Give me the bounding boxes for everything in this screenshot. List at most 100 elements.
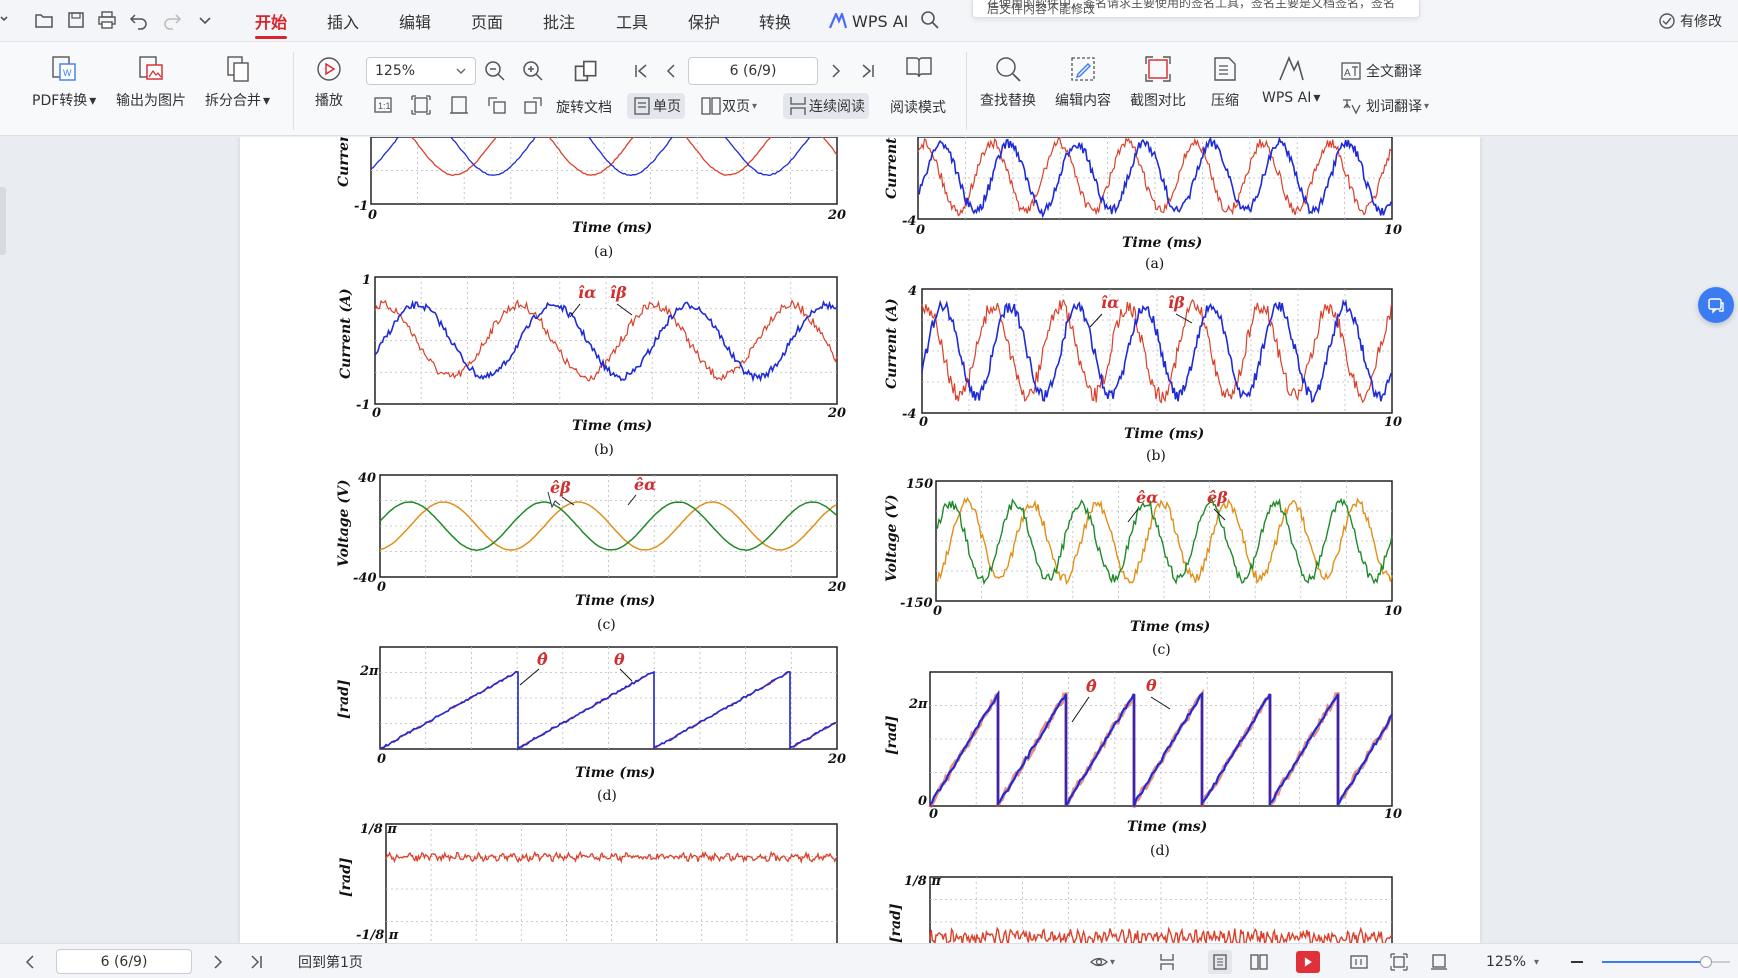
rotate-right-button[interactable] — [522, 94, 544, 116]
read-mode-button[interactable]: 阅读模式 — [890, 97, 946, 117]
zoom-select[interactable]: 125% — [366, 57, 476, 85]
tab-page[interactable]: 页面 — [471, 9, 503, 33]
chevron-right-icon — [832, 64, 841, 78]
tab-wps-ai[interactable]: WPS AI — [829, 9, 908, 33]
tab-home[interactable]: 开始 — [255, 9, 288, 39]
svg-text:1:1: 1:1 — [378, 101, 391, 111]
trace-l-c-green — [379, 501, 837, 551]
last-page-button[interactable] — [857, 60, 879, 82]
open-folder-icon[interactable] — [34, 8, 54, 32]
ai-assistant-float-button[interactable] — [1698, 287, 1734, 323]
xtick: 20 — [827, 580, 846, 595]
search-icon[interactable] — [920, 8, 940, 32]
fit-page-button[interactable] — [410, 94, 432, 116]
tab-protect[interactable]: 保护 — [688, 9, 720, 33]
chevron-left-icon — [25, 955, 34, 969]
pdf-convert-button[interactable]: W PDF转换 ▾ — [32, 54, 96, 110]
status-next-page-button[interactable] — [208, 950, 226, 974]
continuous-read-button[interactable]: 连续阅读 — [783, 93, 869, 119]
prev-page-button[interactable] — [660, 60, 682, 82]
tab-convert[interactable]: 转换 — [759, 9, 791, 33]
modified-status[interactable]: 有修改 — [1658, 9, 1722, 33]
fit-width-button[interactable] — [448, 94, 470, 116]
zoom-out-button[interactable] — [484, 60, 506, 82]
ylabel: Current (A) — [884, 298, 900, 389]
edit-content-icon — [1071, 57, 1095, 81]
ribbon-separator — [966, 52, 967, 130]
full-translate-button[interactable]: A 全文翻译 — [1340, 60, 1422, 82]
zoom-slider-fill — [1602, 961, 1706, 963]
tab-edit[interactable]: 编辑 — [399, 9, 431, 33]
first-page-button[interactable] — [630, 60, 652, 82]
screenshot-compare-button[interactable]: 截图对比 — [1130, 54, 1186, 110]
trace-l-c-orange — [379, 501, 837, 551]
export-image-button[interactable]: 输出为图片 — [116, 54, 186, 110]
single-page-button[interactable]: 单页 — [627, 93, 685, 119]
double-page-view-button[interactable] — [1250, 950, 1268, 974]
wps-ai-icon — [1279, 55, 1304, 81]
rotate-left-button[interactable] — [486, 94, 508, 116]
actual-size-button[interactable]: 1:1 — [372, 94, 394, 116]
plot-right-d: [rad] 2π 0 0 10 Time (ms) (d) θ̂ θ — [884, 671, 1402, 859]
single-page-view-button[interactable] — [1208, 950, 1232, 974]
page-number-input[interactable]: 6 (6/9) — [688, 57, 818, 85]
edit-content-button[interactable]: 编辑内容 — [1055, 54, 1111, 110]
book-icon — [906, 57, 932, 78]
double-page-button[interactable]: 双页 ▾ — [700, 95, 757, 117]
actual-size-icon: 1:1 — [374, 97, 392, 113]
read-mode-icon-button[interactable] — [904, 52, 934, 82]
compress-button[interactable]: 压缩 — [1210, 54, 1240, 110]
status-zoom-select[interactable]: 125% ▾ — [1486, 950, 1539, 974]
first-page-icon — [635, 64, 647, 78]
annotation: θ̂ — [1086, 677, 1097, 696]
menu-bar: 开始 插入 编辑 页面 批注 工具 保护 转换 WPS AI 在使用的软件中，签… — [0, 0, 1738, 42]
save-icon[interactable] — [66, 8, 86, 32]
eye-protection-button[interactable]: ▾ — [1090, 950, 1115, 974]
ytick: -1 — [356, 398, 370, 413]
fit-page-status-button[interactable] — [1390, 950, 1408, 974]
find-replace-button[interactable]: 查找替换 — [980, 54, 1036, 110]
print-icon[interactable] — [97, 8, 117, 32]
ytick: -4 — [902, 214, 916, 229]
fit-width-status-button[interactable] — [1430, 950, 1448, 974]
status-page-input[interactable]: 6 (6/9) — [56, 949, 192, 974]
tab-insert[interactable]: 插入 — [327, 9, 359, 33]
wps-ai-ribbon-button[interactable]: WPS AI ▾ — [1262, 54, 1320, 106]
xtick: 0 — [916, 223, 925, 238]
caption: (c) — [597, 617, 616, 633]
find-replace-label: 查找替换 — [980, 93, 1036, 109]
undo-icon[interactable] — [129, 8, 149, 32]
status-last-page-button[interactable] — [248, 950, 266, 974]
back-to-first-page-link[interactable]: 回到第1页 — [298, 950, 363, 974]
chevron-down-icon[interactable] — [0, 8, 20, 32]
zoom-slider[interactable] — [1602, 956, 1730, 968]
status-prev-page-button[interactable] — [22, 950, 40, 974]
wps-ai-logo-icon — [829, 13, 847, 29]
side-panel-handle[interactable] — [0, 187, 6, 255]
ytick: 1/8 π — [360, 822, 397, 837]
tab-comment[interactable]: 批注 — [543, 9, 575, 33]
ytick: 1/8 π — [904, 874, 941, 889]
actual-size-status-button[interactable] — [1350, 950, 1368, 974]
xtick: 10 — [1384, 604, 1402, 619]
continuous-view-button[interactable] — [1158, 950, 1176, 974]
export-image-icon — [139, 56, 163, 80]
next-page-button[interactable] — [825, 60, 847, 82]
redo-icon[interactable] — [162, 8, 182, 32]
zoom-slider-thumb[interactable] — [1699, 956, 1712, 968]
split-merge-button[interactable]: 拆分合并 ▾ — [205, 54, 270, 110]
ytick: 40 — [358, 471, 376, 486]
tab-tools[interactable]: 工具 — [616, 9, 648, 33]
document-viewport[interactable]: Current -1 0 20 Time (ms) (a) Current (A… — [0, 137, 1738, 943]
rotate-doc-icon-button[interactable] — [572, 58, 598, 84]
ytick: 0 — [918, 794, 927, 809]
zoom-in-button[interactable] — [522, 60, 544, 82]
word-translate-button[interactable]: 划词翻译 ▾ — [1340, 95, 1429, 117]
status-zoom-out-button[interactable] — [1568, 950, 1586, 974]
play-slideshow-button[interactable] — [1296, 950, 1320, 974]
rotate-doc-button[interactable]: 旋转文档 — [556, 97, 612, 117]
pdf-convert-icon: W — [52, 56, 76, 81]
play-button[interactable]: 播放 — [314, 54, 344, 110]
quick-access-dropdown-icon[interactable] — [195, 8, 215, 32]
trace-r-d-red — [928, 688, 1394, 808]
